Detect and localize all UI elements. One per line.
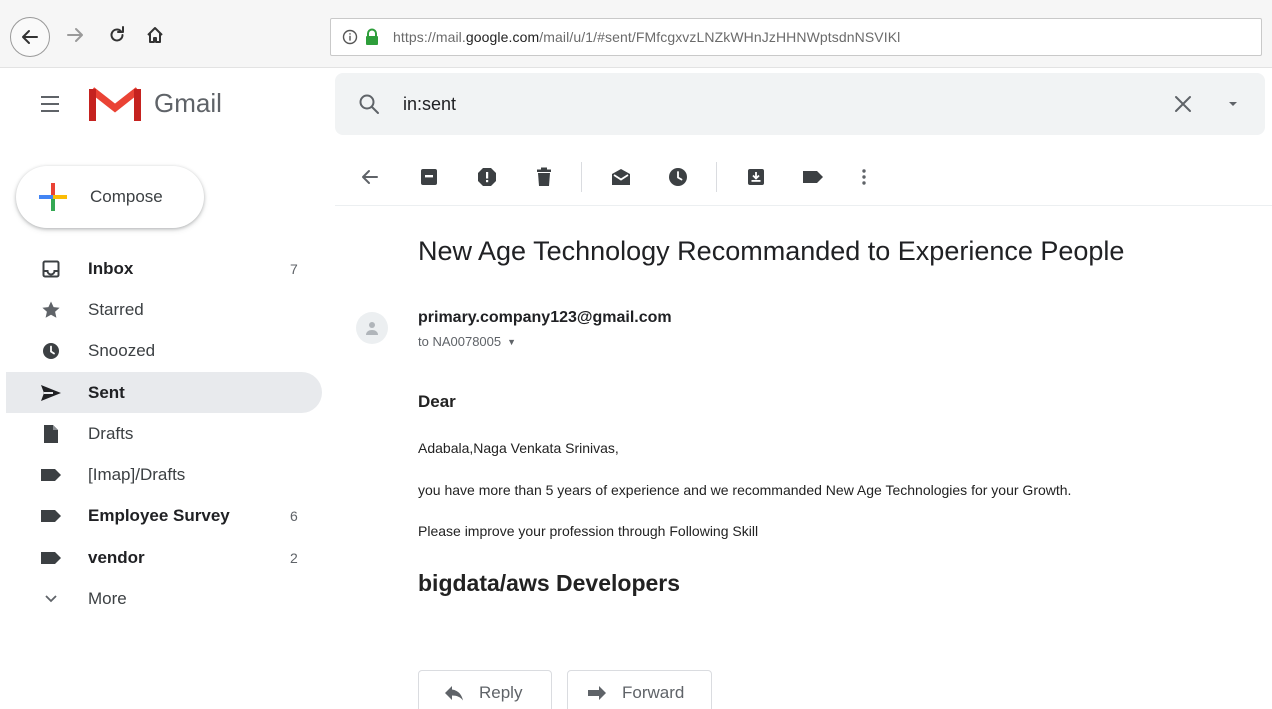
mark-unread-icon [612, 169, 630, 185]
info-icon[interactable] [341, 28, 359, 46]
sidebar-item-label: Inbox [88, 258, 134, 278]
sidebar-item-label: Snoozed [88, 341, 156, 361]
avatar[interactable] [356, 312, 388, 344]
more-vert-icon [862, 169, 866, 185]
sidebar-item-label: Starred [88, 299, 144, 319]
star-icon [40, 299, 62, 321]
sidebar-item-vendor[interactable]: vendor 2 [0, 537, 320, 578]
message-body-line: you have more than 5 years of experience… [418, 482, 1072, 498]
forward-label: Forward [622, 683, 685, 702]
move-to-icon [748, 169, 764, 185]
search-icon[interactable] [357, 92, 381, 116]
app-name: Gmail [154, 88, 222, 118]
url-prefix: https://mail. [393, 29, 466, 45]
reply-label: Reply [479, 683, 523, 702]
inbox-icon [40, 258, 62, 280]
label-icon [40, 505, 62, 527]
sidebar-item-label: [Imap]/Drafts [88, 465, 186, 485]
browser-forward-button[interactable] [64, 24, 86, 46]
mark-unread-button[interactable] [608, 164, 634, 190]
forward-icon [586, 682, 608, 704]
caret-down-icon[interactable] [1221, 92, 1245, 116]
home-icon [147, 27, 163, 43]
caret-down-icon[interactable]: ▼ [507, 337, 516, 347]
unread-count: 2 [290, 549, 298, 566]
browser-toolbar: https://mail.google.com/mail/u/1/#sent/F… [0, 0, 1272, 68]
message-skill-heading: bigdata/aws Developers [418, 570, 681, 596]
back-to-list-button[interactable] [357, 164, 383, 190]
more-options-button[interactable] [851, 164, 877, 190]
toolbar-divider [716, 162, 717, 192]
sidebar-item-employee-survey[interactable]: Employee Survey 6 [0, 496, 320, 537]
main-menu-icon[interactable] [40, 94, 66, 114]
sidebar-item-drafts[interactable]: Drafts [0, 413, 320, 454]
search-input[interactable] [403, 73, 1103, 135]
archive-button[interactable] [416, 164, 442, 190]
sidebar-item-more[interactable]: More [0, 578, 320, 619]
sidebar-nav: Inbox 7 Starred Snoozed Sent Drafts [Ima… [0, 248, 322, 620]
trash-icon [537, 167, 551, 186]
toolbar-divider [581, 162, 582, 192]
lock-icon[interactable] [363, 28, 381, 46]
reload-icon [110, 26, 124, 42]
browser-back-button[interactable] [10, 17, 50, 57]
snooze-button[interactable] [665, 164, 691, 190]
recipient-line[interactable]: to NA0078005 ▼ [418, 334, 516, 349]
message-subject: New Age Technology Recommanded to Experi… [418, 236, 1125, 266]
sidebar-item-label: vendor [88, 547, 145, 567]
compose-button[interactable]: Compose [16, 166, 204, 228]
sidebar-item-label: Drafts [88, 423, 134, 443]
unread-count: 7 [290, 260, 298, 277]
sidebar-item-imap-drafts[interactable]: [Imap]/Drafts [0, 454, 320, 495]
report-spam-icon [478, 168, 496, 186]
sidebar-item-label: More [88, 589, 127, 609]
forward-button[interactable]: Forward [567, 670, 712, 709]
message-toolbar [335, 150, 1272, 206]
sender-email[interactable]: primary.company123@gmail.com [418, 309, 672, 327]
url-text: https://mail.google.com/mail/u/1/#sent/F… [393, 29, 900, 45]
plus-icon [38, 182, 68, 212]
search-bar [335, 73, 1265, 135]
unread-count: 6 [290, 508, 298, 525]
url-domain: google.com [465, 29, 540, 45]
reply-button[interactable]: Reply [418, 670, 552, 709]
reply-icon [443, 682, 465, 704]
arrow-left-icon [362, 170, 378, 184]
arrow-right-icon [67, 28, 83, 42]
compose-label: Compose [90, 187, 163, 206]
sidebar-item-sent[interactable]: Sent [6, 371, 322, 414]
gmail-logo[interactable] [88, 84, 142, 124]
send-icon [40, 382, 62, 404]
label-icon [40, 464, 62, 486]
close-icon[interactable] [1171, 92, 1195, 116]
delete-button[interactable] [531, 164, 557, 190]
sidebar-item-starred[interactable]: Starred [0, 289, 320, 330]
person-icon [366, 322, 378, 335]
sidebar-item-label: Employee Survey [88, 506, 230, 526]
labels-button[interactable] [800, 164, 826, 190]
sidebar-item-label: Sent [88, 382, 125, 402]
message-body-line: Please improve your profession through F… [418, 523, 759, 539]
label-icon [803, 171, 823, 183]
address-bar[interactable]: https://mail.google.com/mail/u/1/#sent/F… [330, 18, 1262, 56]
url-suffix: /mail/u/1/#sent/FMfcgxvzLNZkWHnJzHHNWpts… [539, 29, 901, 45]
clock-icon [40, 340, 62, 362]
draft-icon [40, 423, 62, 445]
report-spam-button[interactable] [474, 164, 500, 190]
chevron-down-icon [40, 588, 62, 610]
browser-reload-button[interactable] [106, 24, 128, 46]
message-greeting: Dear [418, 392, 456, 411]
move-to-button[interactable] [743, 164, 769, 190]
clock-icon [669, 168, 687, 186]
recipient-text: to NA0078005 [418, 334, 502, 349]
sidebar-item-inbox[interactable]: Inbox 7 [0, 248, 320, 289]
label-icon [40, 547, 62, 569]
message-body-line: Adabala,Naga Venkata Srinivas, [418, 440, 619, 456]
arrow-left-icon [22, 30, 38, 44]
sidebar-item-snoozed[interactable]: Snoozed [0, 331, 320, 372]
archive-icon [421, 169, 437, 185]
browser-home-button[interactable] [144, 24, 166, 46]
